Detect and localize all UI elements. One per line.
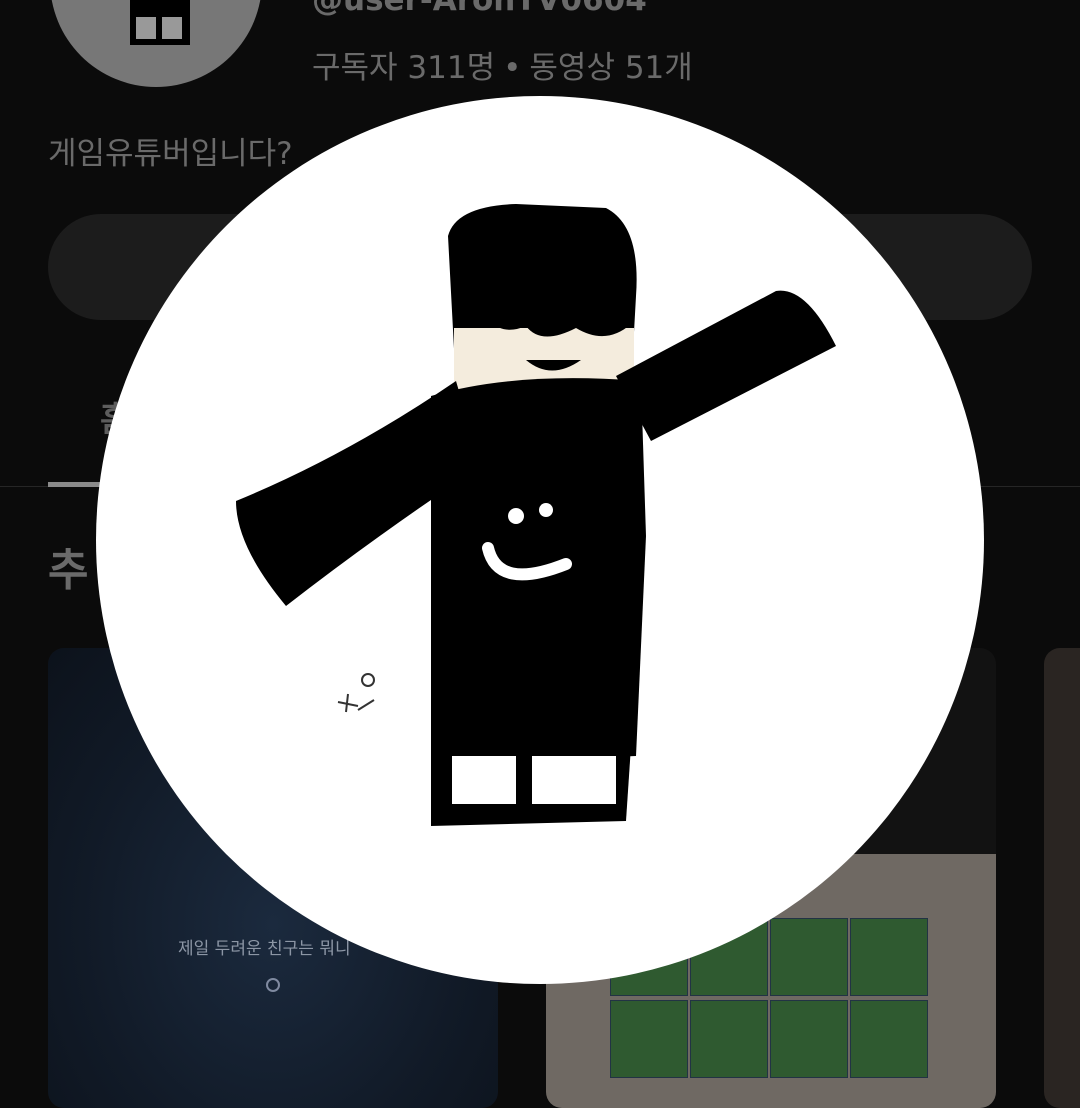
channel-handle: @user-ArohTV0604: [312, 0, 647, 18]
channel-avatar[interactable]: [50, 0, 262, 87]
profile-picture-enlarged: [96, 96, 984, 984]
subscriber-count: 구독자 311명: [312, 50, 496, 86]
profile-drawing: [236, 204, 836, 826]
video-card[interactable]: [1044, 648, 1080, 1108]
channel-stats: 구독자 311명 • 동영상 51개: [312, 42, 693, 87]
video-count: 동영상 51개: [529, 50, 693, 86]
section-title: 추: [48, 545, 89, 596]
stats-separator: •: [503, 50, 522, 86]
